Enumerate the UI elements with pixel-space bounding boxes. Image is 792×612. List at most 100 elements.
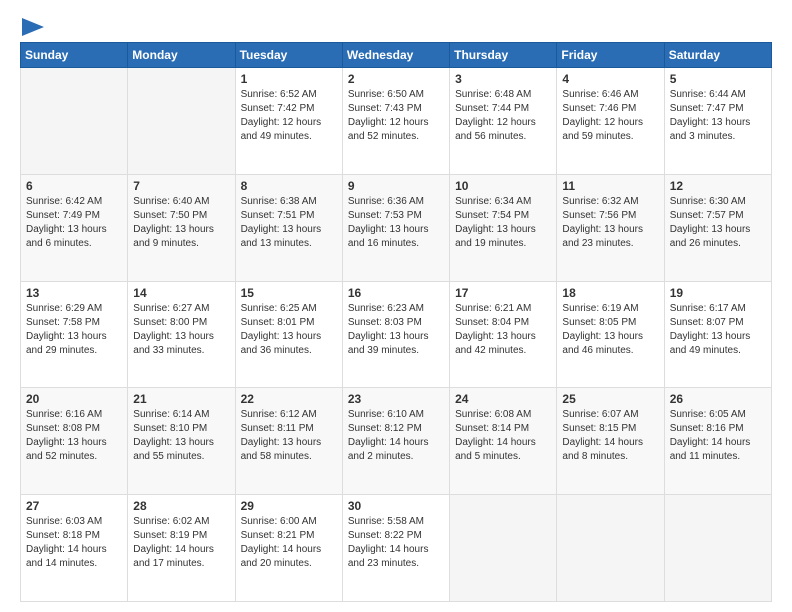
day-info: Sunrise: 6:50 AMSunset: 7:43 PMDaylight:…	[348, 88, 444, 144]
col-sunday: Sunday	[21, 43, 128, 68]
day-number: 24	[455, 392, 551, 406]
day-info: Sunrise: 6:25 AMSunset: 8:01 PMDaylight:…	[241, 302, 337, 358]
calendar-cell: 15 Sunrise: 6:25 AMSunset: 8:01 PMDayligh…	[235, 281, 342, 388]
day-number: 16	[348, 286, 444, 300]
calendar-cell: 13 Sunrise: 6:29 AMSunset: 7:58 PMDayligh…	[21, 281, 128, 388]
day-info: Sunrise: 6:48 AMSunset: 7:44 PMDaylight:…	[455, 88, 551, 144]
calendar-cell: 3 Sunrise: 6:48 AMSunset: 7:44 PMDaylight…	[450, 68, 557, 175]
day-info: Sunrise: 6:02 AMSunset: 8:19 PMDaylight:…	[133, 515, 229, 571]
day-number: 21	[133, 392, 229, 406]
day-info: Sunrise: 6:07 AMSunset: 8:15 PMDaylight:…	[562, 408, 658, 464]
day-number: 20	[26, 392, 122, 406]
day-info: Sunrise: 6:21 AMSunset: 8:04 PMDaylight:…	[455, 302, 551, 358]
day-number: 10	[455, 179, 551, 193]
day-number: 17	[455, 286, 551, 300]
calendar-cell	[128, 68, 235, 175]
week-row-4: 20 Sunrise: 6:16 AMSunset: 8:08 PMDayligh…	[21, 388, 772, 495]
calendar-cell: 20 Sunrise: 6:16 AMSunset: 8:08 PMDayligh…	[21, 388, 128, 495]
day-info: Sunrise: 6:42 AMSunset: 7:49 PMDaylight:…	[26, 195, 122, 251]
day-number: 18	[562, 286, 658, 300]
day-info: Sunrise: 6:23 AMSunset: 8:03 PMDaylight:…	[348, 302, 444, 358]
calendar-cell: 11 Sunrise: 6:32 AMSunset: 7:56 PMDayligh…	[557, 174, 664, 281]
day-info: Sunrise: 6:30 AMSunset: 7:57 PMDaylight:…	[670, 195, 766, 251]
calendar-cell: 30 Sunrise: 5:58 AMSunset: 8:22 PMDayligh…	[342, 495, 449, 602]
day-number: 11	[562, 179, 658, 193]
day-info: Sunrise: 6:16 AMSunset: 8:08 PMDaylight:…	[26, 408, 122, 464]
calendar-cell	[450, 495, 557, 602]
calendar-cell: 21Sunrise: 6:14 AMSunset: 8:10 PMDayligh…	[128, 388, 235, 495]
calendar-cell: 4 Sunrise: 6:46 AMSunset: 7:46 PMDaylight…	[557, 68, 664, 175]
day-info: Sunrise: 6:00 AMSunset: 8:21 PMDaylight:…	[241, 515, 337, 571]
col-saturday: Saturday	[664, 43, 771, 68]
page: Sunday Monday Tuesday Wednesday Thursday…	[0, 0, 792, 612]
calendar-cell: 25 Sunrise: 6:07 AMSunset: 8:15 PMDayligh…	[557, 388, 664, 495]
day-info: Sunrise: 5:58 AMSunset: 8:22 PMDaylight:…	[348, 515, 444, 571]
logo-icon	[22, 18, 44, 36]
calendar-cell: 29 Sunrise: 6:00 AMSunset: 8:21 PMDayligh…	[235, 495, 342, 602]
day-number: 15	[241, 286, 337, 300]
calendar-cell	[664, 495, 771, 602]
day-number: 19	[670, 286, 766, 300]
calendar-cell: 26 Sunrise: 6:05 AMSunset: 8:16 PMDayligh…	[664, 388, 771, 495]
col-monday: Monday	[128, 43, 235, 68]
day-number: 3	[455, 72, 551, 86]
calendar-cell: 24Sunrise: 6:08 AMSunset: 8:14 PMDayligh…	[450, 388, 557, 495]
day-number: 6	[26, 179, 122, 193]
col-tuesday: Tuesday	[235, 43, 342, 68]
day-number: 26	[670, 392, 766, 406]
calendar-cell: 14 Sunrise: 6:27 AMSunset: 8:00 PMDayligh…	[128, 281, 235, 388]
day-number: 27	[26, 499, 122, 513]
calendar-cell: 10 Sunrise: 6:34 AMSunset: 7:54 PMDayligh…	[450, 174, 557, 281]
calendar-cell: 19 Sunrise: 6:17 AMSunset: 8:07 PMDayligh…	[664, 281, 771, 388]
calendar-cell: 6 Sunrise: 6:42 AMSunset: 7:49 PMDaylight…	[21, 174, 128, 281]
day-number: 29	[241, 499, 337, 513]
day-info: Sunrise: 6:27 AMSunset: 8:00 PMDaylight:…	[133, 302, 229, 358]
calendar-cell: 22Sunrise: 6:12 AMSunset: 8:11 PMDayligh…	[235, 388, 342, 495]
day-number: 7	[133, 179, 229, 193]
day-info: Sunrise: 6:03 AMSunset: 8:18 PMDaylight:…	[26, 515, 122, 571]
day-info: Sunrise: 6:32 AMSunset: 7:56 PMDaylight:…	[562, 195, 658, 251]
day-info: Sunrise: 6:40 AMSunset: 7:50 PMDaylight:…	[133, 195, 229, 251]
day-info: Sunrise: 6:46 AMSunset: 7:46 PMDaylight:…	[562, 88, 658, 144]
day-number: 25	[562, 392, 658, 406]
day-number: 13	[26, 286, 122, 300]
calendar-cell: 12 Sunrise: 6:30 AMSunset: 7:57 PMDayligh…	[664, 174, 771, 281]
calendar-cell: 18 Sunrise: 6:19 AMSunset: 8:05 PMDayligh…	[557, 281, 664, 388]
day-info: Sunrise: 6:19 AMSunset: 8:05 PMDaylight:…	[562, 302, 658, 358]
day-info: Sunrise: 6:29 AMSunset: 7:58 PMDaylight:…	[26, 302, 122, 358]
week-row-3: 13 Sunrise: 6:29 AMSunset: 7:58 PMDayligh…	[21, 281, 772, 388]
day-number: 8	[241, 179, 337, 193]
day-info: Sunrise: 6:38 AMSunset: 7:51 PMDaylight:…	[241, 195, 337, 251]
day-info: Sunrise: 6:34 AMSunset: 7:54 PMDaylight:…	[455, 195, 551, 251]
calendar-cell	[21, 68, 128, 175]
day-info: Sunrise: 6:17 AMSunset: 8:07 PMDaylight:…	[670, 302, 766, 358]
col-wednesday: Wednesday	[342, 43, 449, 68]
week-row-2: 6 Sunrise: 6:42 AMSunset: 7:49 PMDaylight…	[21, 174, 772, 281]
calendar-cell: 8 Sunrise: 6:38 AMSunset: 7:51 PMDaylight…	[235, 174, 342, 281]
calendar-cell: 23Sunrise: 6:10 AMSunset: 8:12 PMDayligh…	[342, 388, 449, 495]
day-number: 4	[562, 72, 658, 86]
day-number: 1	[241, 72, 337, 86]
day-number: 14	[133, 286, 229, 300]
calendar-cell: 16 Sunrise: 6:23 AMSunset: 8:03 PMDayligh…	[342, 281, 449, 388]
day-number: 12	[670, 179, 766, 193]
calendar-header-row: Sunday Monday Tuesday Wednesday Thursday…	[21, 43, 772, 68]
day-number: 28	[133, 499, 229, 513]
calendar-cell: 28 Sunrise: 6:02 AMSunset: 8:19 PMDayligh…	[128, 495, 235, 602]
header	[20, 18, 772, 34]
day-number: 22	[241, 392, 337, 406]
calendar-cell: 27 Sunrise: 6:03 AMSunset: 8:18 PMDayligh…	[21, 495, 128, 602]
day-info: Sunrise: 6:05 AMSunset: 8:16 PMDaylight:…	[670, 408, 766, 464]
calendar-cell: 9Sunrise: 6:36 AMSunset: 7:53 PMDaylight…	[342, 174, 449, 281]
day-info: Sunrise: 6:52 AMSunset: 7:42 PMDaylight:…	[241, 88, 337, 144]
logo	[20, 18, 44, 34]
calendar-table: Sunday Monday Tuesday Wednesday Thursday…	[20, 42, 772, 602]
day-number: 30	[348, 499, 444, 513]
week-row-5: 27 Sunrise: 6:03 AMSunset: 8:18 PMDayligh…	[21, 495, 772, 602]
calendar-cell: 2 Sunrise: 6:50 AMSunset: 7:43 PMDaylight…	[342, 68, 449, 175]
calendar-cell: 17 Sunrise: 6:21 AMSunset: 8:04 PMDayligh…	[450, 281, 557, 388]
day-info: Sunrise: 6:36 AMSunset: 7:53 PMDaylight:…	[348, 195, 444, 251]
day-number: 5	[670, 72, 766, 86]
calendar-cell	[557, 495, 664, 602]
day-number: 2	[348, 72, 444, 86]
